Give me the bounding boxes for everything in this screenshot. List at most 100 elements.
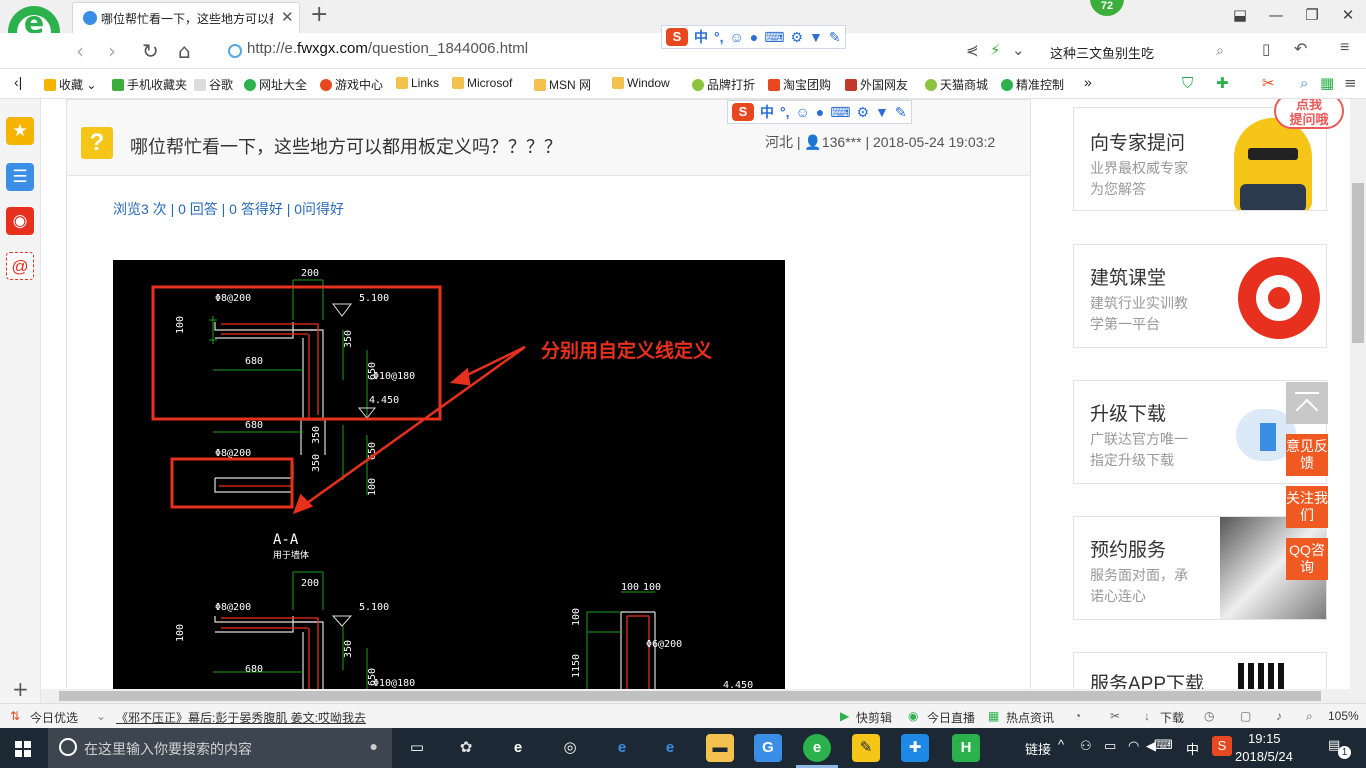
tab-close-icon[interactable]: ✕: [281, 8, 294, 26]
start-button[interactable]: [0, 728, 48, 768]
follow-us-button[interactable]: 关注我们: [1286, 486, 1328, 528]
tools-icon[interactable]: ✎: [829, 29, 841, 46]
task-view-icon[interactable]: ▭: [403, 734, 431, 762]
keyboard-icon[interactable]: ⌨: [830, 104, 850, 121]
app-pinwheel-icon[interactable]: ✿: [452, 734, 480, 762]
share-icon[interactable]: ⋞: [966, 41, 979, 59]
bookmark-item[interactable]: MSN 网: [534, 76, 591, 93]
today-picks-label[interactable]: 今日优选: [30, 709, 78, 726]
email-icon[interactable]: @: [6, 252, 34, 280]
live-link[interactable]: 今日直播: [927, 709, 975, 726]
back-arrow-icon[interactable]: ‹: [76, 39, 84, 63]
new-tab-button[interactable]: +: [310, 2, 328, 27]
download-link[interactable]: 下载: [1160, 709, 1184, 726]
news-ticker[interactable]: 《邪不压正》幕后:彭于晏秀腹肌 姜文:哎呦我去: [116, 709, 366, 726]
app-camera-icon[interactable]: ◎: [556, 734, 584, 762]
clock-icon[interactable]: ◷: [1204, 709, 1214, 723]
keyboard-icon[interactable]: ⌨: [1154, 737, 1173, 753]
bookmark-item[interactable]: Links: [396, 76, 439, 90]
app-h-icon[interactable]: H: [952, 734, 980, 762]
bookmark-item[interactable]: 外国网友: [845, 76, 908, 93]
chevron-up-icon[interactable]: ^: [1058, 737, 1064, 752]
scroll-thumb[interactable]: [59, 691, 1321, 701]
chevron-down-icon[interactable]: ⌄: [1012, 41, 1025, 59]
close-window-button[interactable]: ✕: [1330, 0, 1366, 32]
minimize-button[interactable]: —: [1258, 0, 1294, 32]
sidebar-toggle-icon[interactable]: ‹|: [14, 74, 22, 90]
bookmark-item[interactable]: 收藏 ⌄: [44, 76, 96, 93]
skin-icon[interactable]: ▼: [875, 104, 889, 120]
edge-icon[interactable]: e: [608, 734, 636, 762]
ime-toolbar[interactable]: S 中 °, ☺ ● ⌨ ⚙ ▼ ✎: [661, 25, 846, 49]
keyboard-icon[interactable]: ⌨: [764, 29, 784, 46]
scroll-thumb[interactable]: [1352, 183, 1364, 343]
battery-icon[interactable]: ▭: [1104, 738, 1116, 754]
favorites-star-icon[interactable]: ★: [6, 117, 34, 145]
card-building-class[interactable]: 建筑课堂 建筑行业实训教 学第一平台: [1073, 244, 1327, 348]
ime-lang[interactable]: 中: [694, 27, 708, 47]
menu-icon[interactable]: ≡: [1340, 39, 1349, 57]
window-icon[interactable]: ▢: [1240, 709, 1251, 723]
card-app-download[interactable]: 服务APP下载: [1073, 652, 1327, 689]
bookmark-item[interactable]: 网址大全: [244, 76, 307, 93]
bookmark-item[interactable]: Window: [612, 76, 670, 90]
url-field[interactable]: http://e.fwxgx.com/question_1844006.html: [247, 40, 528, 57]
refresh-icon[interactable]: ↻: [142, 39, 159, 63]
emoji-icon[interactable]: ☺: [730, 29, 744, 45]
forward-arrow-icon[interactable]: ›: [108, 39, 116, 63]
back-to-top-button[interactable]: [1286, 382, 1328, 424]
ime-punct[interactable]: °,: [780, 104, 790, 120]
mic-icon[interactable]: ●: [370, 738, 378, 754]
tools-icon[interactable]: ✂: [1110, 709, 1120, 723]
maximize-button[interactable]: ❐: [1294, 0, 1330, 32]
mic-icon[interactable]: ●: [816, 104, 824, 120]
360-browser-icon[interactable]: e: [803, 734, 831, 762]
add-sidebar-item-icon[interactable]: +: [12, 677, 29, 701]
grid-icon[interactable]: ▦: [1320, 74, 1334, 92]
bookmark-item[interactable]: 游戏中心: [320, 76, 383, 93]
bookmark-item[interactable]: Microsof: [452, 76, 512, 90]
zoom-level[interactable]: 105%: [1328, 709, 1359, 723]
bookmark-item[interactable]: 天猫商城: [925, 76, 988, 93]
clock-time[interactable]: 19:15: [1248, 731, 1281, 746]
bookmarks-more-button[interactable]: »: [1084, 74, 1092, 90]
bookmark-item[interactable]: 精准控制: [1001, 76, 1064, 93]
zoom-icon[interactable]: ⌕: [1306, 709, 1313, 724]
plus-icon[interactable]: ✚: [1216, 74, 1229, 92]
wifi-icon[interactable]: ◠: [1128, 738, 1139, 754]
app-plus-icon[interactable]: ✚: [901, 734, 929, 762]
home-icon[interactable]: ⌂: [178, 39, 191, 63]
mute-icon[interactable]: ♪: [1276, 709, 1282, 723]
clock-date[interactable]: 2018/5/24: [1235, 749, 1293, 764]
menu-icon[interactable]: ≡: [1344, 74, 1357, 92]
bookmark-item[interactable]: 品牌打折: [692, 76, 755, 93]
settings-icon[interactable]: ⚙: [790, 29, 803, 46]
file-explorer-icon[interactable]: ▬: [706, 734, 734, 762]
notes-icon[interactable]: ✎: [852, 734, 880, 762]
bookmark-item[interactable]: 谷歌: [194, 76, 233, 93]
notification-badge[interactable]: 72: [1090, 0, 1124, 16]
ime-toolbar[interactable]: S 中 °, ☺ ● ⌨ ⚙ ▼ ✎: [727, 100, 912, 124]
weibo-icon[interactable]: ◉: [6, 207, 34, 235]
horizontal-scrollbar[interactable]: [41, 689, 1350, 703]
ie-browser-icon[interactable]: e: [504, 734, 532, 762]
internet-explorer-icon[interactable]: e: [656, 734, 684, 762]
scissors-icon[interactable]: ✂: [1262, 74, 1275, 92]
hot-news-link[interactable]: 热点资讯: [1006, 709, 1054, 726]
qq-consult-button[interactable]: QQ咨询: [1286, 538, 1328, 580]
skin-icon[interactable]: ⬓: [1222, 0, 1258, 32]
tray-link-label[interactable]: 链接: [1025, 739, 1051, 758]
ask-tip-bubble[interactable]: 点我 提问哦: [1274, 99, 1344, 129]
network-icon[interactable]: ⚇: [1080, 738, 1092, 754]
recommend-icon[interactable]: ⇅: [10, 709, 20, 723]
phone-icon[interactable]: ▯: [1262, 40, 1270, 58]
search-icon[interactable]: ⌕: [1300, 74, 1308, 92]
search-icon[interactable]: ⌕: [1216, 42, 1224, 59]
emoji-icon[interactable]: ☺: [796, 104, 810, 120]
bookmark-item[interactable]: 淘宝团购: [768, 76, 831, 93]
question-stats[interactable]: 浏览3 次 | 0 回答 | 0 答得好 | 0问得好: [113, 199, 344, 219]
mic-icon[interactable]: ●: [750, 29, 758, 45]
speed-icon[interactable]: ⚡: [990, 41, 1001, 59]
search-input[interactable]: 这种三文鱼别生吃: [1040, 38, 1240, 64]
shield-icon[interactable]: ⛉: [1182, 74, 1193, 92]
